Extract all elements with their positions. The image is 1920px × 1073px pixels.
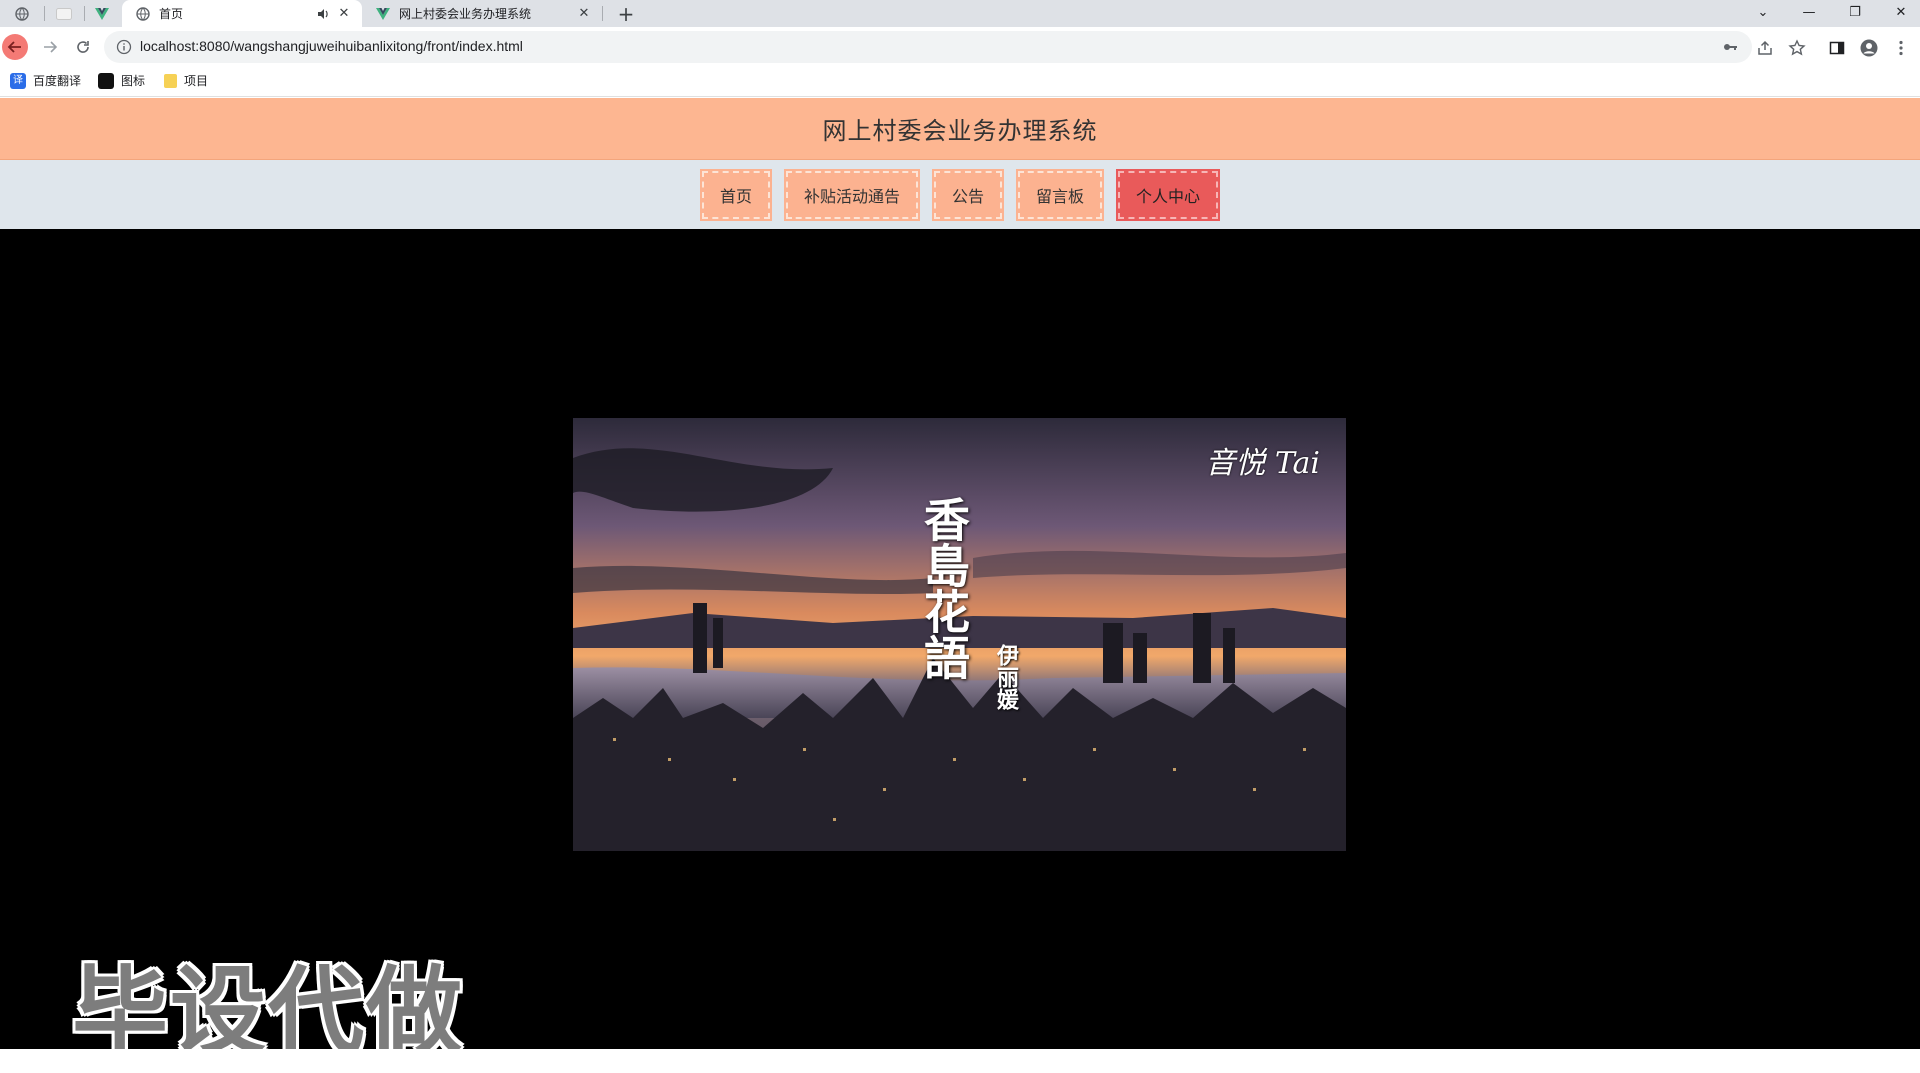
tab-close-icon[interactable]: ✕ xyxy=(576,6,592,22)
pinned-tab-globe[interactable] xyxy=(2,0,42,27)
globe-icon xyxy=(15,6,29,21)
video-artist-name: 伊丽媛 xyxy=(993,644,1019,710)
nav-item-personal-center[interactable]: 个人中心 xyxy=(1118,170,1219,219)
back-button[interactable] xyxy=(2,34,28,60)
video-frame[interactable]: 音悦 Tai 香島花語 伊丽媛 xyxy=(573,418,1346,851)
share-icon[interactable] xyxy=(1756,39,1774,57)
blank-page-icon xyxy=(56,7,72,20)
restore-button[interactable]: ❐ xyxy=(1832,0,1878,24)
nav-item-announcements[interactable]: 公告 xyxy=(933,170,1002,219)
tab-separator xyxy=(602,6,603,21)
site-title: 网上村委会业务办理系统 xyxy=(822,117,1098,145)
vue-logo-icon xyxy=(95,7,109,20)
browser-toolbar: localhost:8080/wangshangjuweihuibanlixit… xyxy=(0,27,1920,67)
forward-button[interactable] xyxy=(37,34,63,60)
tab-home[interactable]: 首页 ✕ xyxy=(122,0,362,27)
page-footer-strip xyxy=(0,1049,1920,1072)
bookmark-item[interactable]: 图标 xyxy=(98,72,145,89)
site-header: 网上村委会业务办理系统 xyxy=(0,98,1920,160)
key-icon[interactable] xyxy=(1722,39,1738,55)
music-channel-brand: 音悦 Tai xyxy=(1205,446,1320,481)
side-panel-icon[interactable] xyxy=(1828,39,1846,57)
video-song-title: 香島花語 xyxy=(917,496,971,680)
bookmark-label: 图标 xyxy=(121,74,146,88)
translate-icon: 译 xyxy=(10,72,26,89)
browser-tab-strip: 首页 ✕ 网上村委会业务办理系统 ✕ + ⌄ — ❐ ✕ xyxy=(0,0,1920,27)
main-nav: 首页 补贴活动通告 公告 留言板 个人中心 xyxy=(0,160,1920,229)
url-text: localhost:8080/wangshangjuweihuibanlixit… xyxy=(140,38,523,54)
tab-title: 首页 xyxy=(159,7,184,21)
close-window-button[interactable]: ✕ xyxy=(1878,0,1920,24)
globe-icon xyxy=(136,6,150,21)
pinned-tab-vue[interactable] xyxy=(82,0,122,27)
minimize-button[interactable]: — xyxy=(1786,0,1832,24)
bookmark-label: 百度翻译 xyxy=(33,74,82,88)
video-player-area[interactable]: 音悦 Tai 香島花語 伊丽媛 毕设代做 xyxy=(0,229,1920,1068)
new-tab-button[interactable]: + xyxy=(614,2,638,26)
page-content: 网上村委会业务办理系统 首页 补贴活动通告 公告 留言板 个人中心 音悦 Tai… xyxy=(0,98,1920,1072)
nav-item-subsidy-notices[interactable]: 补贴活动通告 xyxy=(785,170,918,219)
reload-icon xyxy=(77,41,89,53)
bookmark-item[interactable]: 译 百度翻译 xyxy=(10,72,81,89)
site-info-icon[interactable] xyxy=(116,39,132,55)
audio-playing-icon[interactable] xyxy=(316,7,330,21)
image-icon xyxy=(98,72,114,89)
star-icon[interactable] xyxy=(1788,39,1806,57)
tab-search-icon[interactable]: ⌄ xyxy=(1740,0,1786,24)
bookmark-label: 项目 xyxy=(184,74,209,88)
nav-item-message-board[interactable]: 留言板 xyxy=(1018,170,1103,219)
arrow-right-icon xyxy=(44,41,58,53)
bookmark-item[interactable]: 项目 xyxy=(164,72,208,89)
more-menu-icon[interactable] xyxy=(1892,39,1910,57)
folder-icon xyxy=(164,73,177,88)
reload-button[interactable] xyxy=(70,34,96,60)
nav-item-home[interactable]: 首页 xyxy=(701,170,770,219)
arrow-left-icon xyxy=(7,41,21,53)
tab-close-icon[interactable]: ✕ xyxy=(336,6,352,22)
profile-avatar-icon[interactable] xyxy=(1860,39,1878,57)
tab-system[interactable]: 网上村委会业务办理系统 ✕ xyxy=(362,0,602,27)
address-bar[interactable]: localhost:8080/wangshangjuweihuibanlixit… xyxy=(104,31,1752,63)
vue-logo-icon xyxy=(376,7,390,20)
bookmarks-bar: 译 百度翻译 图标 项目 xyxy=(0,67,1920,97)
tab-title: 网上村委会业务办理系统 xyxy=(399,7,532,21)
pinned-tab-blank[interactable] xyxy=(44,0,84,27)
